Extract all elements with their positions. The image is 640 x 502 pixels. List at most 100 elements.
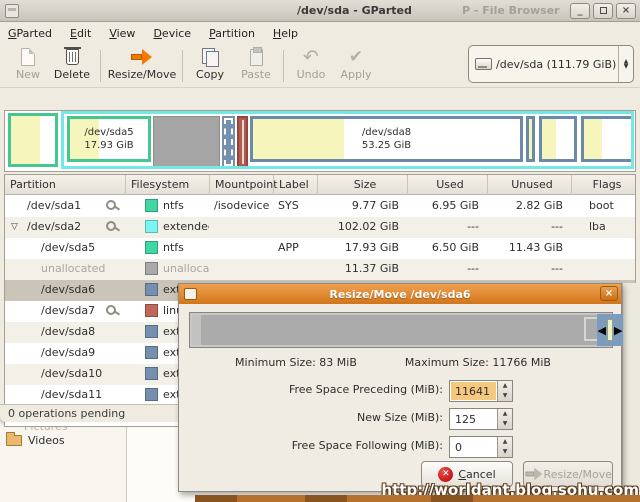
menu-partition[interactable]: Partition <box>209 27 255 40</box>
free-space-preceding-label: Free Space Preceding (MiB): <box>289 383 443 396</box>
undo-icon: ↶ <box>303 48 319 66</box>
copy-button[interactable]: Copy <box>190 46 230 81</box>
menu-edit[interactable]: Edit <box>70 27 91 40</box>
disk-icon <box>475 58 492 70</box>
handle-partition-bar[interactable] <box>607 319 613 341</box>
col-partition[interactable]: Partition <box>5 175 125 195</box>
spinner-buttons[interactable]: ▲▼ <box>497 381 512 401</box>
col-filesystem[interactable]: Filesystem <box>125 175 209 195</box>
sidebar-item-videos[interactable]: Videos <box>6 434 65 447</box>
table-header: Partition Filesystem Mountpoint Label Si… <box>5 175 635 195</box>
status-text: 0 operations pending <box>8 407 125 420</box>
new-button[interactable]: New <box>10 46 46 81</box>
menu-gparted[interactable]: GParted <box>8 27 52 40</box>
spin-up-icon: ▲ <box>498 381 512 391</box>
resize-move-gray-icon <box>525 468 537 481</box>
key-icon <box>106 199 120 213</box>
handle-left-arrow-icon[interactable]: ◀ <box>598 325 606 336</box>
partition-block-sda7[interactable] <box>237 116 248 168</box>
new-size-spinner[interactable]: 125 ▲▼ <box>449 408 513 430</box>
minimize-button[interactable]: _ <box>570 3 590 19</box>
table-row-sda1[interactable]: /dev/sda1 ntfs /isodevice SYS 9.77 GiB 6… <box>5 196 635 217</box>
apply-button[interactable]: ✔ Apply <box>336 46 376 81</box>
table-row-unallocated[interactable]: unallocated unallocated 11.37 GiB --- --… <box>5 259 635 280</box>
table-row-sda2[interactable]: ▽/dev/sda2 extended 102.02 GiB --- --- l… <box>5 217 635 238</box>
free-space-following-spinner[interactable]: 0 ▲▼ <box>449 436 513 458</box>
col-used[interactable]: Used <box>407 175 487 195</box>
resize-slider[interactable]: ◀ ▶ <box>189 312 613 348</box>
resize-move-icon <box>131 49 153 65</box>
key-icon <box>106 220 120 234</box>
handle-right-arrow-icon[interactable]: ▶ <box>614 325 622 336</box>
paste-button[interactable]: Paste <box>236 46 276 81</box>
col-label[interactable]: Label <box>273 175 317 195</box>
copy-icon <box>202 48 218 66</box>
spin-down-icon: ▼ <box>498 447 512 457</box>
paste-icon <box>250 49 263 66</box>
file-browser-sidebar: Pictures Videos <box>0 422 127 502</box>
toolbar-separator <box>100 50 101 82</box>
minimum-size-label: Minimum Size: 83 MiB <box>235 356 357 369</box>
partition-block-sda10[interactable] <box>539 116 577 162</box>
partition-block-sda6-selected[interactable] <box>222 116 235 168</box>
partition-block-sda9[interactable] <box>526 116 535 162</box>
toolbar-separator <box>182 50 183 82</box>
spin-down-icon: ▼ <box>498 391 512 401</box>
spin-down-icon: ▼ <box>498 419 512 429</box>
expander-icon[interactable]: ▽ <box>11 217 18 237</box>
dialog-titlebar: Resize/Move /dev/sda6 × <box>179 284 621 304</box>
new-document-icon <box>21 48 35 66</box>
col-unused[interactable]: Unused <box>487 175 571 195</box>
dialog-close-button[interactable]: × <box>600 286 618 301</box>
dialog-title: Resize/Move /dev/sda6 <box>179 288 621 301</box>
menubar: GParted Edit View Device Partition Help <box>0 22 640 44</box>
new-size-label: New Size (MiB): <box>357 411 443 424</box>
titlebar: /dev/sda - GParted P - File Browser _ × <box>0 0 640 22</box>
delete-button[interactable]: Delete <box>50 46 94 81</box>
col-flags[interactable]: Flags <box>571 175 636 195</box>
spinner-buttons[interactable]: ▲▼ <box>497 409 512 429</box>
menu-view[interactable]: View <box>109 27 135 40</box>
resize-handle[interactable]: ◀ ▶ <box>597 314 623 346</box>
close-button[interactable]: × <box>616 3 636 19</box>
col-size[interactable]: Size <box>317 175 407 195</box>
menu-device[interactable]: Device <box>153 27 191 40</box>
resize-move-button[interactable]: Resize/Move <box>106 46 178 81</box>
device-selector[interactable]: /dev/sda (111.79 GiB) ▲▼ <box>468 45 634 83</box>
taskbar-strip <box>195 495 640 502</box>
maximize-button[interactable] <box>593 3 613 19</box>
maximum-size-label: Maximum Size: 11766 MiB <box>405 356 551 369</box>
key-icon <box>106 304 120 318</box>
partition-visual-bar: /dev/sda517.93 GiB /dev/sda853.25 GiB <box>4 110 636 172</box>
trash-icon <box>66 49 79 65</box>
background-window-title: P - File Browser <box>462 4 560 17</box>
partition-block-sda1[interactable] <box>8 113 58 167</box>
file-browser-right-edge <box>622 283 640 492</box>
col-mountpoint[interactable]: Mountpoint <box>209 175 273 195</box>
spin-up-icon: ▲ <box>498 437 512 447</box>
folder-icon <box>6 435 22 446</box>
apply-icon: ✔ <box>349 48 363 66</box>
toolbar: New Delete Resize/Move Copy Paste <box>0 44 640 88</box>
resize-move-dialog: Resize/Move /dev/sda6 × ◀ ▶ Minimum Size… <box>178 283 622 492</box>
free-space-following-label: Free Space Following (MiB): <box>292 439 443 452</box>
undo-button[interactable]: ↶ Undo <box>291 46 331 81</box>
spin-up-icon: ▲ <box>498 409 512 419</box>
menu-help[interactable]: Help <box>273 27 298 40</box>
table-row-sda5[interactable]: /dev/sda5 ntfs APP 17.93 GiB 6.50 GiB 11… <box>5 238 635 259</box>
device-selector-spinner-icon[interactable]: ▲▼ <box>618 46 633 82</box>
gparted-app-icon <box>5 4 19 18</box>
spinner-buttons[interactable]: ▲▼ <box>497 437 512 457</box>
partition-block-sda11[interactable] <box>581 116 634 162</box>
partition-block-extended[interactable]: /dev/sda517.93 GiB /dev/sda853.25 GiB <box>61 111 634 169</box>
window-title: /dev/sda - GParted <box>297 4 412 17</box>
toolbar-separator <box>283 50 284 82</box>
cancel-x-icon: ✕ <box>438 467 453 482</box>
partition-block-sda5[interactable]: /dev/sda517.93 GiB <box>67 116 151 162</box>
device-selector-value: /dev/sda (111.79 GiB) <box>496 58 618 71</box>
videos-label: Videos <box>28 434 65 447</box>
partition-block-unallocated[interactable] <box>153 116 220 168</box>
free-space-preceding-spinner[interactable]: 11641 ▲▼ <box>449 380 513 402</box>
desktop: Pictures Videos /dev/sda - GParted P - F… <box>0 0 640 502</box>
partition-block-sda8[interactable]: /dev/sda853.25 GiB <box>250 116 523 162</box>
